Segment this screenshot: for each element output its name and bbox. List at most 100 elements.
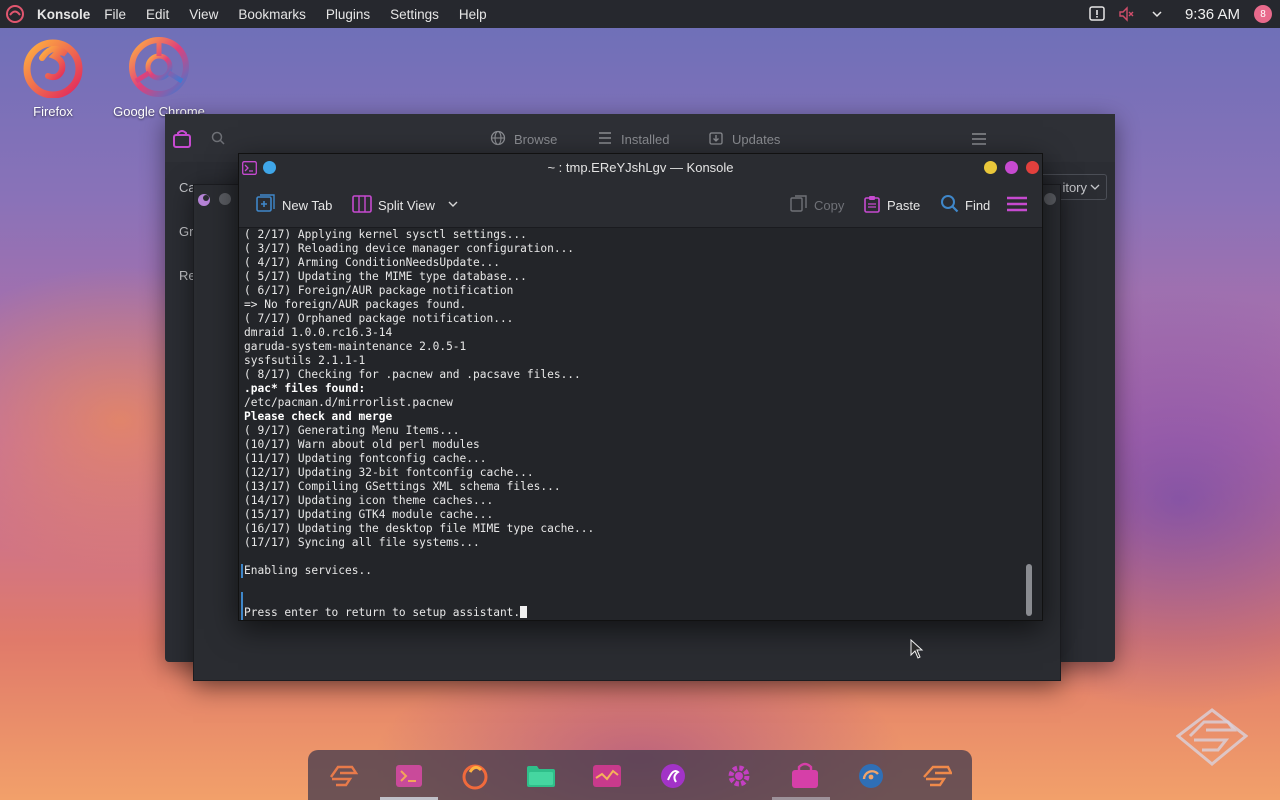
terminal-line: ( 5/17) Updating the MIME type database.… bbox=[244, 270, 527, 283]
terminal-line: (12/17) Updating 32-bit fontconfig cache… bbox=[244, 466, 534, 479]
globe-icon bbox=[490, 130, 506, 149]
terminal-line: dmraid 1.0.0.rc16.3-14 bbox=[244, 326, 393, 339]
new-tab-label: New Tab bbox=[282, 197, 333, 213]
chevron-down-icon[interactable] bbox=[1147, 4, 1167, 24]
copy-label: Copy bbox=[814, 197, 845, 213]
firefox-icon bbox=[22, 36, 84, 99]
tab-browse[interactable]: Browse bbox=[490, 130, 557, 149]
konsole-icon bbox=[396, 765, 422, 787]
dock-system-monitor[interactable] bbox=[592, 762, 622, 790]
konsole-titlebar[interactable]: ~ : tmp.EReYJshLgv — Konsole bbox=[239, 154, 1042, 182]
terminal-lines: ( 2/17) Applying kernel sysctl settings.… bbox=[244, 228, 1042, 620]
menu-view[interactable]: View bbox=[189, 7, 218, 22]
dock-files[interactable] bbox=[526, 762, 556, 790]
terminal-line: (16/17) Updating the desktop file MIME t… bbox=[244, 522, 595, 535]
find-button[interactable]: Find bbox=[940, 194, 990, 216]
system-monitor-icon bbox=[593, 765, 621, 787]
files-icon bbox=[527, 766, 555, 787]
active-app-name: Konsole bbox=[37, 6, 91, 22]
split-view-icon bbox=[352, 194, 372, 217]
desktop-icon-firefox[interactable]: Firefox bbox=[3, 36, 103, 119]
text-cursor bbox=[520, 606, 528, 618]
paste-label: Paste bbox=[887, 197, 921, 213]
network-icon bbox=[859, 764, 883, 788]
setup-assistant-icon bbox=[197, 193, 211, 212]
terminal-line: Press enter to return to setup assistant… bbox=[244, 606, 1042, 620]
new-tab-icon bbox=[256, 193, 276, 217]
sidebar-item-groups[interactable]: Gr bbox=[179, 224, 193, 239]
terminal-line: (14/17) Updating icon theme caches... bbox=[244, 494, 494, 507]
new-tab-button[interactable]: New Tab bbox=[256, 193, 333, 217]
window-button-icon[interactable] bbox=[1044, 193, 1056, 205]
user-avatar[interactable]: 8 bbox=[1254, 5, 1272, 23]
search-icon bbox=[940, 194, 959, 216]
copy-button[interactable]: Copy bbox=[790, 194, 844, 216]
menu-settings[interactable]: Settings bbox=[390, 7, 439, 22]
window-title: ~ : tmp.EReYJshLgv — Konsole bbox=[547, 160, 734, 175]
firefox-icon bbox=[462, 764, 488, 790]
dock-discover[interactable] bbox=[790, 762, 820, 790]
search-icon[interactable] bbox=[211, 131, 225, 148]
terminal-line: Enabling services.. bbox=[244, 564, 372, 577]
notification-icon[interactable] bbox=[1087, 4, 1107, 24]
terminal-line: .pac* files found: bbox=[244, 382, 366, 395]
terminal-scrollbar[interactable] bbox=[1022, 228, 1034, 618]
close-button[interactable] bbox=[1026, 161, 1039, 174]
terminal-output[interactable]: ( 2/17) Applying kernel sysctl settings.… bbox=[239, 228, 1042, 620]
shopping-bag-icon bbox=[172, 129, 192, 152]
konsole-window: ~ : tmp.EReYJshLgv — Konsole New Tab Spl… bbox=[238, 153, 1043, 621]
split-view-button[interactable]: Split View bbox=[352, 194, 459, 216]
maximize-button[interactable] bbox=[1005, 161, 1018, 174]
dock bbox=[308, 750, 972, 800]
mouse-cursor-icon bbox=[910, 638, 924, 659]
terminal-line: sysfsutils 2.1.1-1 bbox=[244, 354, 366, 367]
hamburger-menu-icon bbox=[1006, 195, 1028, 216]
minimize-button[interactable] bbox=[984, 161, 997, 174]
terminal-line: => No foreign/AUR packages found. bbox=[244, 298, 467, 311]
top-panel: Konsole File Edit View Bookmarks Plugins… bbox=[0, 0, 1280, 28]
repository-label: itory bbox=[1062, 179, 1087, 195]
dock-garuda-welcome[interactable] bbox=[328, 762, 358, 790]
dock-network[interactable] bbox=[856, 762, 886, 790]
desktop-icon-chrome[interactable]: Google Chrome bbox=[109, 36, 209, 119]
tab-label: Installed bbox=[621, 132, 670, 147]
dock-konsole[interactable] bbox=[394, 762, 424, 790]
scrollbar-thumb[interactable] bbox=[1026, 564, 1032, 616]
menu-help[interactable]: Help bbox=[459, 7, 487, 22]
dock-garuda-settings[interactable] bbox=[658, 762, 688, 790]
discover-icon bbox=[792, 762, 818, 788]
tab-installed[interactable]: Installed bbox=[597, 130, 669, 149]
find-label: Find bbox=[965, 197, 991, 213]
clock[interactable]: 9:36 AM bbox=[1185, 6, 1240, 23]
dock-garuda-assistant[interactable] bbox=[922, 762, 952, 790]
list-icon bbox=[597, 130, 613, 149]
menu-plugins[interactable]: Plugins bbox=[326, 7, 370, 22]
chrome-icon bbox=[128, 36, 190, 98]
dock-firefox[interactable] bbox=[460, 762, 490, 790]
terminal-line: ( 3/17) Reloading device manager configu… bbox=[244, 242, 575, 255]
tab-updates[interactable]: Updates bbox=[708, 130, 780, 149]
hamburger-menu-icon[interactable] bbox=[971, 132, 987, 149]
menu-edit[interactable]: Edit bbox=[146, 7, 169, 22]
terminal-line: (13/17) Compiling GSettings XML schema f… bbox=[244, 480, 561, 493]
terminal-line: ( 8/17) Checking for .pacnew and .pacsav… bbox=[244, 368, 581, 381]
menu-file[interactable]: File bbox=[104, 7, 126, 22]
volume-muted-icon[interactable] bbox=[1117, 4, 1137, 24]
hamburger-menu-button[interactable] bbox=[1006, 194, 1028, 216]
gear-icon bbox=[728, 765, 750, 787]
copy-icon bbox=[790, 194, 808, 216]
terminal-line: ( 9/17) Generating Menu Items... bbox=[244, 424, 460, 437]
window-button-icon[interactable] bbox=[219, 193, 231, 205]
paste-button[interactable]: Paste bbox=[863, 194, 920, 216]
dock-settings[interactable] bbox=[724, 762, 754, 790]
konsole-toolbar: New Tab Split View Copy Paste Find bbox=[239, 182, 1042, 228]
paste-icon bbox=[863, 195, 881, 216]
chevron-down-icon bbox=[1090, 180, 1100, 195]
terminal-line: (15/17) Updating GTK4 module cache... bbox=[244, 508, 494, 521]
terminal-line: garuda-system-maintenance 2.0.5-1 bbox=[244, 340, 467, 353]
garuda-logo-icon[interactable] bbox=[2, 1, 28, 27]
menu-bookmarks[interactable]: Bookmarks bbox=[238, 7, 306, 22]
desktop-icon-label: Firefox bbox=[33, 104, 73, 119]
